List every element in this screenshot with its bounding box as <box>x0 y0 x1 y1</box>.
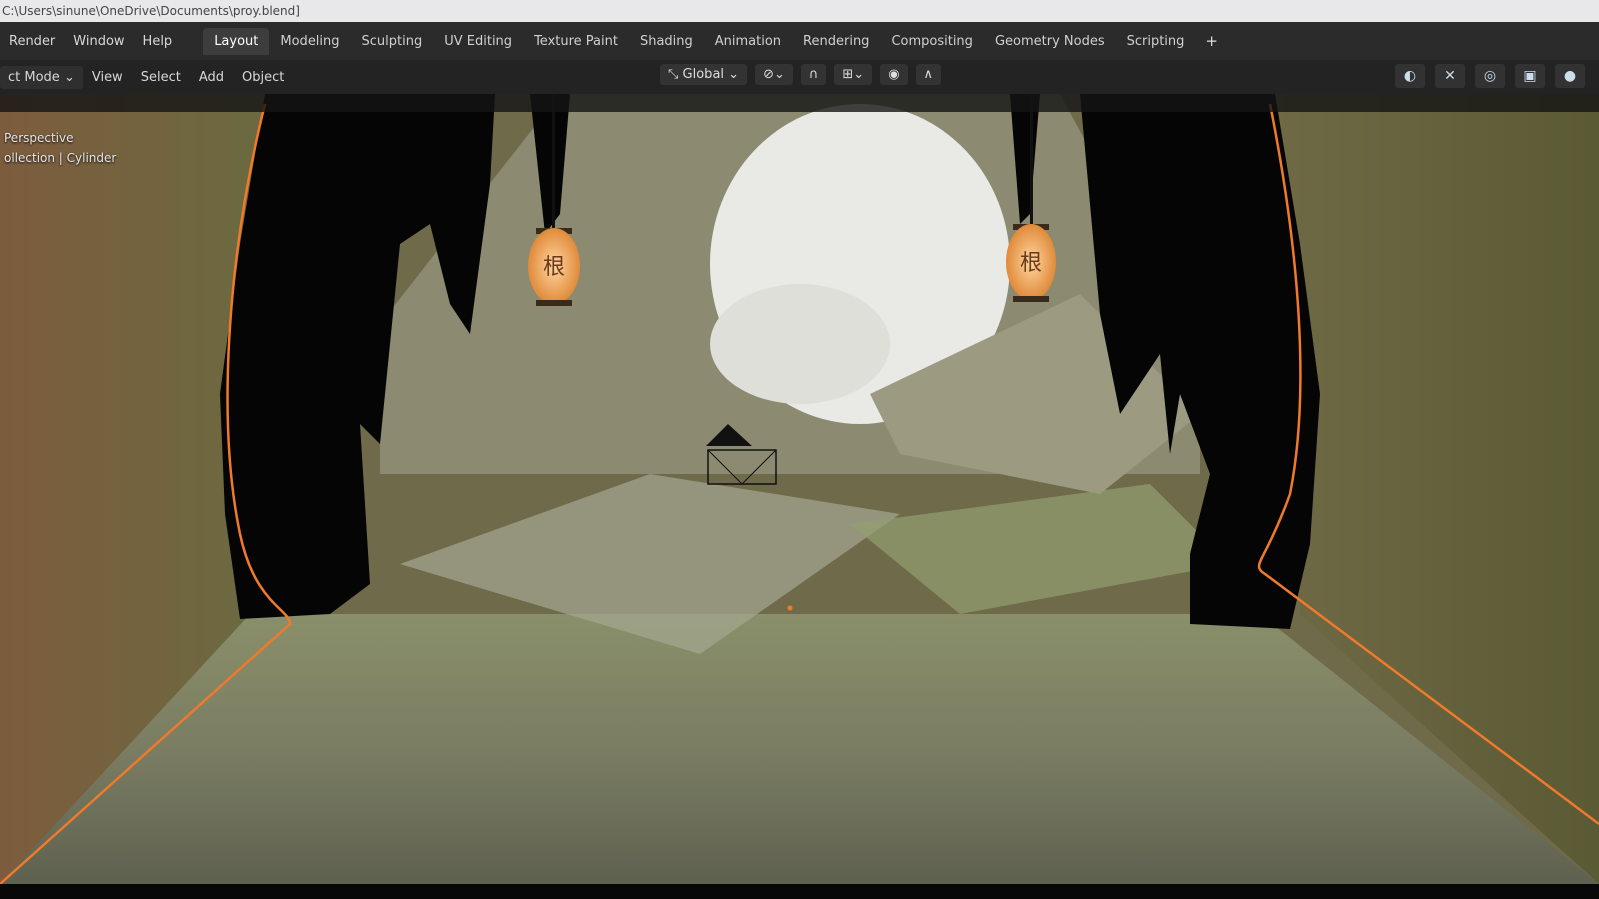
lantern-glyph: 根 <box>1020 251 1042 276</box>
tab-modeling[interactable]: Modeling <box>269 28 350 55</box>
menu-window[interactable]: Window <box>64 34 133 49</box>
falloff-curve-icon[interactable]: ∧ <box>915 64 942 85</box>
tab-scripting[interactable]: Scripting <box>1116 28 1196 55</box>
transform-orientation-dropdown[interactable]: ⤡ Global ⌄ <box>660 64 748 85</box>
menu-add[interactable]: Add <box>190 70 233 85</box>
tab-texture-paint[interactable]: Texture Paint <box>523 28 629 55</box>
top-menubar: Render Window Help Layout Modeling Sculp… <box>0 22 1599 60</box>
tab-geometry-nodes[interactable]: Geometry Nodes <box>984 28 1116 55</box>
scene-render: 根 根 <box>0 94 1599 884</box>
snap-magnet-icon[interactable]: ∩ <box>800 64 827 85</box>
tab-uv-editing[interactable]: UV Editing <box>433 28 523 55</box>
xray-icon[interactable]: ▣ <box>1515 64 1545 88</box>
screen-bezel <box>0 884 1599 899</box>
shading-icon[interactable]: ● <box>1555 64 1585 88</box>
viewport-toolbar-strip <box>0 94 1599 112</box>
mode-label: ct Mode <box>8 69 60 85</box>
3d-viewport[interactable]: 根 根 <box>0 94 1599 884</box>
visibility-icon[interactable]: ◐ <box>1395 64 1425 88</box>
workspace-tabs: Layout Modeling Sculpting UV Editing Tex… <box>203 26 1228 56</box>
proportional-edit-icon[interactable]: ◉ <box>880 64 908 85</box>
mode-selector[interactable]: ct Mode ⌄ <box>0 65 83 89</box>
viewport-header: ct Mode ⌄ View Select Add Object ⤡ Globa… <box>0 60 1599 94</box>
menu-object[interactable]: Object <box>233 70 293 85</box>
transform-tools: ⤡ Global ⌄ ⊘⌄ ∩ ⊞⌄ ◉ ∧ <box>660 64 942 85</box>
overlay-icon[interactable]: ◎ <box>1475 64 1505 88</box>
add-workspace-icon[interactable]: + <box>1195 26 1228 56</box>
viewport-overlay-text: Perspective ollection | Cylinder <box>4 128 116 168</box>
collection-label: ollection | Cylinder <box>4 151 117 165</box>
snap-target-icon[interactable]: ⊞⌄ <box>834 64 873 85</box>
viewport-display-tools: ◐ ✕ ◎ ▣ ● <box>1395 64 1585 88</box>
chevron-down-icon: ⌄ <box>728 67 740 82</box>
view-label: Perspective <box>4 131 74 145</box>
origin-point-icon <box>787 605 793 611</box>
pivot-point-icon[interactable]: ⊘⌄ <box>755 64 793 85</box>
tab-animation[interactable]: Animation <box>704 28 792 55</box>
menu-view[interactable]: View <box>83 70 132 85</box>
gizmo-icon[interactable]: ✕ <box>1435 64 1465 88</box>
window-titlebar: C:\Users\sinune\OneDrive\Documents\proy.… <box>0 0 1599 22</box>
lantern-glyph: 根 <box>543 255 565 280</box>
menu-render[interactable]: Render <box>0 34 64 49</box>
tab-shading[interactable]: Shading <box>629 28 704 55</box>
menu-select[interactable]: Select <box>132 70 190 85</box>
tab-rendering[interactable]: Rendering <box>792 28 880 55</box>
orientation-label: Global <box>682 67 725 82</box>
chevron-down-icon: ⌄ <box>63 69 75 85</box>
file-path: C:\Users\sinune\OneDrive\Documents\proy.… <box>2 4 300 18</box>
statue-chin <box>710 284 890 404</box>
orientation-icon: ⤡ <box>668 67 679 82</box>
tab-sculpting[interactable]: Sculpting <box>351 28 434 55</box>
menu-help[interactable]: Help <box>134 34 182 49</box>
tab-compositing[interactable]: Compositing <box>880 28 984 55</box>
tab-layout[interactable]: Layout <box>203 27 270 55</box>
